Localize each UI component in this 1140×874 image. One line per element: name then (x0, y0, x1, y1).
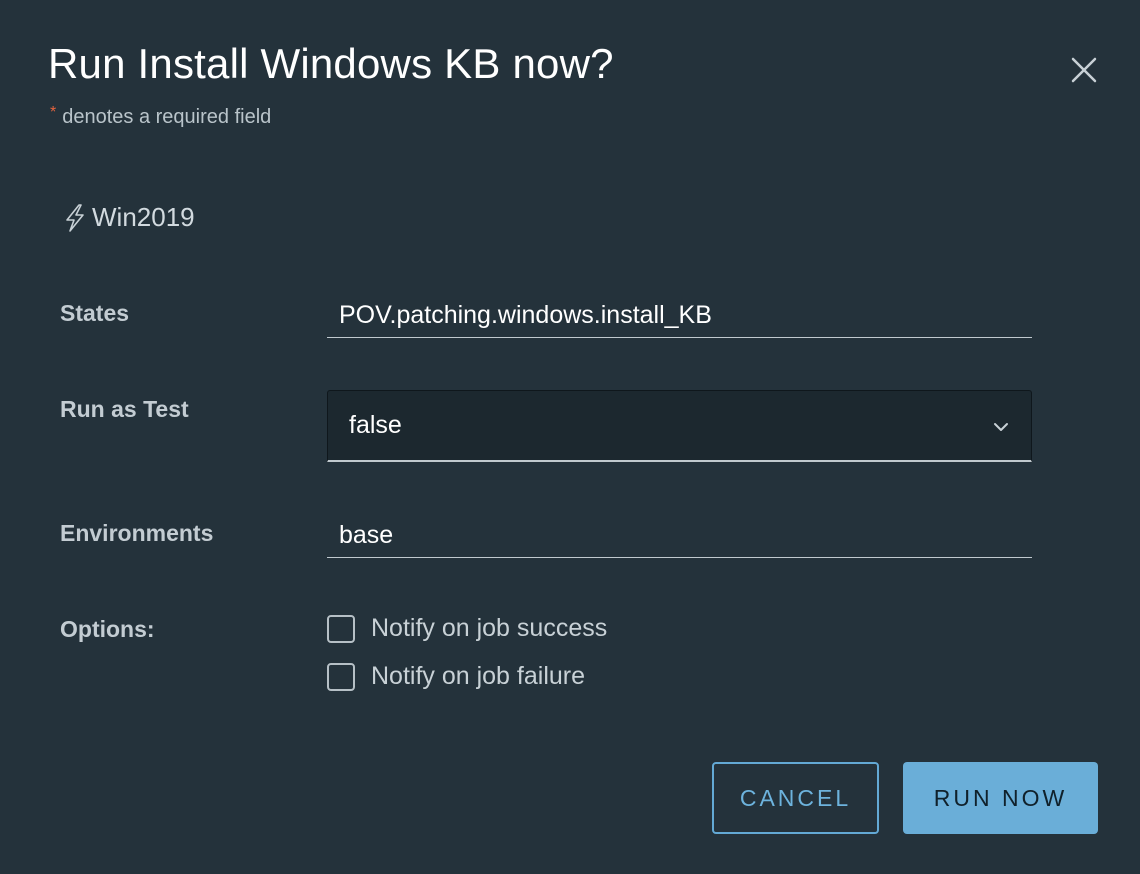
required-field-note: * denotes a required field (50, 104, 272, 129)
notify-failure-option[interactable]: Notify on job failure (327, 662, 585, 691)
notify-success-label: Notify on job success (371, 614, 608, 642)
run-as-test-label: Run as Test (60, 396, 189, 422)
run-job-dialog: Run Install Windows KB now? * denotes a r… (0, 0, 1140, 874)
dialog-title: Run Install Windows KB now? (48, 40, 614, 87)
close-button[interactable] (1064, 50, 1104, 90)
run-as-test-value: false (349, 411, 402, 439)
environments-label: Environments (60, 520, 214, 546)
target-minion: Win2019 (62, 202, 195, 233)
run-as-test-select[interactable]: false (327, 390, 1032, 462)
required-star: * (50, 104, 57, 121)
run-now-button[interactable]: RUN NOW (903, 762, 1098, 834)
notify-success-option[interactable]: Notify on job success (327, 614, 607, 643)
states-label: States (60, 300, 130, 326)
environments-input[interactable]: base (327, 512, 1032, 558)
close-icon (1071, 57, 1097, 83)
notify-failure-label: Notify on job failure (371, 662, 586, 690)
options-label: Options: (60, 616, 155, 642)
lightning-bolt-icon (66, 203, 84, 232)
chevron-down-icon (994, 423, 1008, 431)
notify-failure-checkbox[interactable] (327, 662, 355, 691)
notify-success-checkbox[interactable] (327, 614, 355, 643)
required-note-text: denotes a required field (62, 106, 272, 128)
cancel-button[interactable]: CANCEL (712, 762, 879, 834)
states-input[interactable]: POV.patching.windows.install_KB (327, 292, 1032, 338)
target-name: Win2019 (92, 202, 195, 232)
